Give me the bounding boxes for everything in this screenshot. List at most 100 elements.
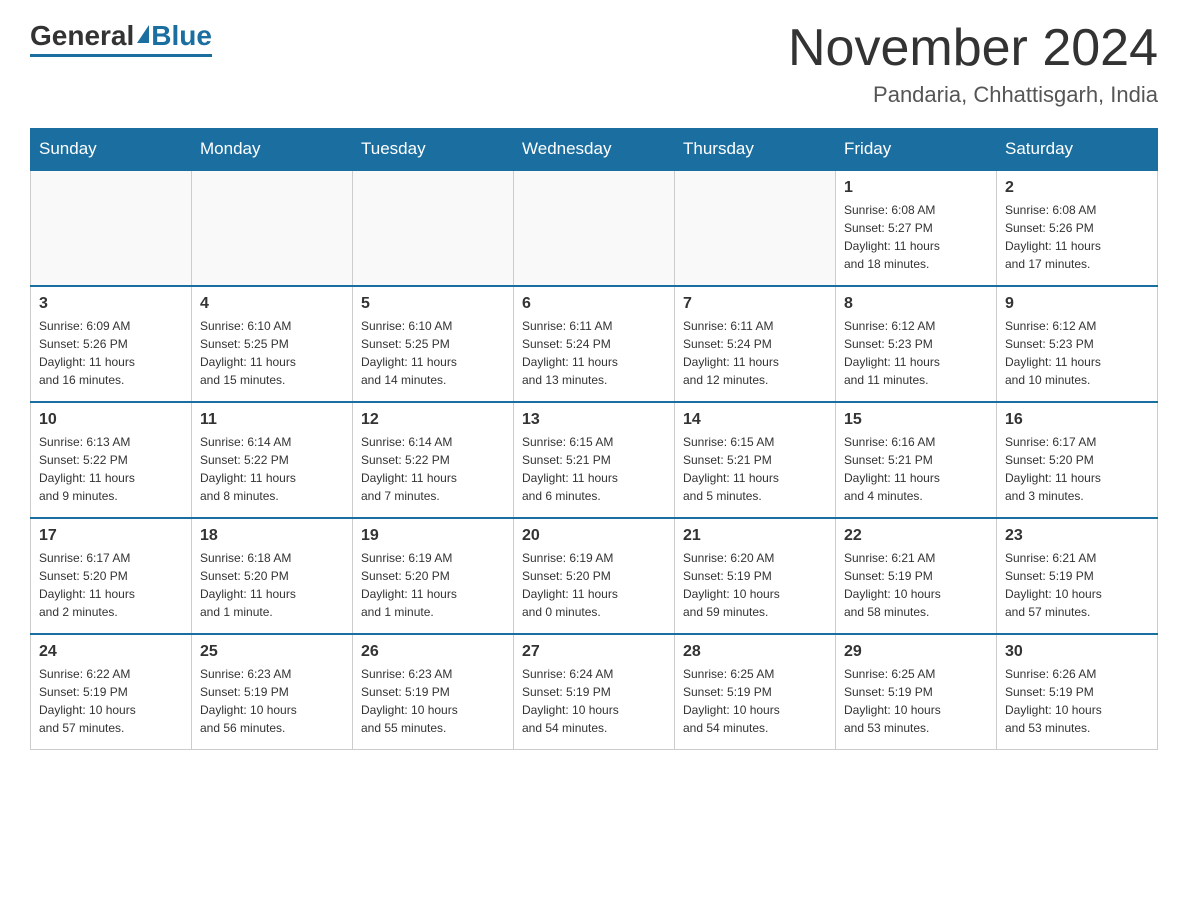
- day-number: 15: [844, 411, 988, 429]
- calendar-cell: 29 Sunrise: 6:25 AMSunset: 5:19 PMDayligh…: [836, 634, 997, 750]
- day-info: Sunrise: 6:16 AMSunset: 5:21 PMDaylight:…: [844, 433, 988, 505]
- week-row-2: 3 Sunrise: 6:09 AMSunset: 5:26 PMDaylight…: [31, 286, 1158, 402]
- calendar-cell: 27 Sunrise: 6:24 AMSunset: 5:19 PMDayligh…: [514, 634, 675, 750]
- calendar-cell: 10 Sunrise: 6:13 AMSunset: 5:22 PMDayligh…: [31, 402, 192, 518]
- calendar-cell: 7 Sunrise: 6:11 AMSunset: 5:24 PMDaylight…: [675, 286, 836, 402]
- day-number: 24: [39, 643, 183, 661]
- calendar-cell: 22 Sunrise: 6:21 AMSunset: 5:19 PMDayligh…: [836, 518, 997, 634]
- day-number: 28: [683, 643, 827, 661]
- weekday-header-tuesday: Tuesday: [353, 129, 514, 171]
- day-info: Sunrise: 6:22 AMSunset: 5:19 PMDaylight:…: [39, 665, 183, 737]
- weekday-header-wednesday: Wednesday: [514, 129, 675, 171]
- calendar-cell: 5Sunrise: 6:10 AMSunset: 5:25 PMDaylight…: [353, 286, 514, 402]
- day-number: 17: [39, 527, 183, 545]
- day-number: 1: [844, 179, 988, 197]
- calendar-cell: 28 Sunrise: 6:25 AMSunset: 5:19 PMDayligh…: [675, 634, 836, 750]
- day-info: Sunrise: 6:14 AMSunset: 5:22 PMDaylight:…: [361, 433, 505, 505]
- day-info: Sunrise: 6:17 AMSunset: 5:20 PMDaylight:…: [1005, 433, 1149, 505]
- day-number: 6: [522, 295, 666, 313]
- title-section: November 2024 Pandaria, Chhattisgarh, In…: [788, 20, 1158, 108]
- day-number: 30: [1005, 643, 1149, 661]
- week-row-4: 17 Sunrise: 6:17 AMSunset: 5:20 PMDayligh…: [31, 518, 1158, 634]
- calendar-cell: 1 Sunrise: 6:08 AMSunset: 5:27 PMDaylight…: [836, 170, 997, 286]
- day-number: 29: [844, 643, 988, 661]
- weekday-header-saturday: Saturday: [997, 129, 1158, 171]
- logo-triangle-icon: [137, 25, 149, 43]
- day-info: Sunrise: 6:13 AMSunset: 5:22 PMDaylight:…: [39, 433, 183, 505]
- calendar-cell: 9Sunrise: 6:12 AMSunset: 5:23 PMDaylight…: [997, 286, 1158, 402]
- day-info: Sunrise: 6:10 AMSunset: 5:25 PMDaylight:…: [200, 317, 344, 389]
- calendar-cell: 4 Sunrise: 6:10 AMSunset: 5:25 PMDaylight…: [192, 286, 353, 402]
- weekday-header-friday: Friday: [836, 129, 997, 171]
- day-info: Sunrise: 6:17 AMSunset: 5:20 PMDaylight:…: [39, 549, 183, 621]
- logo-general-text: General: [30, 20, 134, 52]
- calendar-cell: 11 Sunrise: 6:14 AMSunset: 5:22 PMDayligh…: [192, 402, 353, 518]
- day-info: Sunrise: 6:11 AMSunset: 5:24 PMDaylight:…: [522, 317, 666, 389]
- day-number: 9: [1005, 295, 1149, 313]
- day-info: Sunrise: 6:23 AMSunset: 5:19 PMDaylight:…: [200, 665, 344, 737]
- day-number: 12: [361, 411, 505, 429]
- weekday-header-sunday: Sunday: [31, 129, 192, 171]
- calendar-cell: 16Sunrise: 6:17 AMSunset: 5:20 PMDayligh…: [997, 402, 1158, 518]
- day-info: Sunrise: 6:24 AMSunset: 5:19 PMDaylight:…: [522, 665, 666, 737]
- calendar-table: SundayMondayTuesdayWednesdayThursdayFrid…: [30, 128, 1158, 750]
- day-number: 25: [200, 643, 344, 661]
- day-number: 11: [200, 411, 344, 429]
- day-info: Sunrise: 6:21 AMSunset: 5:19 PMDaylight:…: [1005, 549, 1149, 621]
- logo: General Blue: [30, 20, 212, 57]
- calendar-cell: 8 Sunrise: 6:12 AMSunset: 5:23 PMDaylight…: [836, 286, 997, 402]
- day-info: Sunrise: 6:25 AMSunset: 5:19 PMDaylight:…: [683, 665, 827, 737]
- day-number: 3: [39, 295, 183, 313]
- day-number: 20: [522, 527, 666, 545]
- logo-blue-text: Blue: [151, 20, 212, 52]
- day-info: Sunrise: 6:15 AMSunset: 5:21 PMDaylight:…: [683, 433, 827, 505]
- day-number: 8: [844, 295, 988, 313]
- day-info: Sunrise: 6:20 AMSunset: 5:19 PMDaylight:…: [683, 549, 827, 621]
- calendar-cell: 18Sunrise: 6:18 AMSunset: 5:20 PMDayligh…: [192, 518, 353, 634]
- calendar-cell: 6 Sunrise: 6:11 AMSunset: 5:24 PMDaylight…: [514, 286, 675, 402]
- day-number: 5: [361, 295, 505, 313]
- day-info: Sunrise: 6:09 AMSunset: 5:26 PMDaylight:…: [39, 317, 183, 389]
- calendar-cell: 19Sunrise: 6:19 AMSunset: 5:20 PMDayligh…: [353, 518, 514, 634]
- week-row-1: 1 Sunrise: 6:08 AMSunset: 5:27 PMDaylight…: [31, 170, 1158, 286]
- day-info: Sunrise: 6:15 AMSunset: 5:21 PMDaylight:…: [522, 433, 666, 505]
- day-info: Sunrise: 6:21 AMSunset: 5:19 PMDaylight:…: [844, 549, 988, 621]
- day-info: Sunrise: 6:08 AMSunset: 5:27 PMDaylight:…: [844, 201, 988, 273]
- day-info: Sunrise: 6:19 AMSunset: 5:20 PMDaylight:…: [361, 549, 505, 621]
- day-info: Sunrise: 6:14 AMSunset: 5:22 PMDaylight:…: [200, 433, 344, 505]
- calendar-cell: 26Sunrise: 6:23 AMSunset: 5:19 PMDayligh…: [353, 634, 514, 750]
- calendar-cell: [353, 170, 514, 286]
- calendar-cell: 14 Sunrise: 6:15 AMSunset: 5:21 PMDayligh…: [675, 402, 836, 518]
- day-number: 7: [683, 295, 827, 313]
- week-row-5: 24 Sunrise: 6:22 AMSunset: 5:19 PMDayligh…: [31, 634, 1158, 750]
- calendar-cell: [31, 170, 192, 286]
- month-title: November 2024: [788, 20, 1158, 77]
- weekday-header-thursday: Thursday: [675, 129, 836, 171]
- day-info: Sunrise: 6:12 AMSunset: 5:23 PMDaylight:…: [844, 317, 988, 389]
- calendar-cell: 20 Sunrise: 6:19 AMSunset: 5:20 PMDayligh…: [514, 518, 675, 634]
- day-info: Sunrise: 6:08 AMSunset: 5:26 PMDaylight:…: [1005, 201, 1149, 273]
- day-info: Sunrise: 6:25 AMSunset: 5:19 PMDaylight:…: [844, 665, 988, 737]
- day-info: Sunrise: 6:23 AMSunset: 5:19 PMDaylight:…: [361, 665, 505, 737]
- day-info: Sunrise: 6:19 AMSunset: 5:20 PMDaylight:…: [522, 549, 666, 621]
- day-number: 23: [1005, 527, 1149, 545]
- location-title: Pandaria, Chhattisgarh, India: [788, 82, 1158, 108]
- day-number: 4: [200, 295, 344, 313]
- week-row-3: 10 Sunrise: 6:13 AMSunset: 5:22 PMDayligh…: [31, 402, 1158, 518]
- day-number: 22: [844, 527, 988, 545]
- calendar-cell: 15 Sunrise: 6:16 AMSunset: 5:21 PMDayligh…: [836, 402, 997, 518]
- day-info: Sunrise: 6:11 AMSunset: 5:24 PMDaylight:…: [683, 317, 827, 389]
- calendar-cell: [514, 170, 675, 286]
- calendar-cell: 21Sunrise: 6:20 AMSunset: 5:19 PMDayligh…: [675, 518, 836, 634]
- day-number: 13: [522, 411, 666, 429]
- weekday-header-row: SundayMondayTuesdayWednesdayThursdayFrid…: [31, 129, 1158, 171]
- weekday-header-monday: Monday: [192, 129, 353, 171]
- day-number: 10: [39, 411, 183, 429]
- calendar-cell: 23 Sunrise: 6:21 AMSunset: 5:19 PMDayligh…: [997, 518, 1158, 634]
- calendar-cell: 12 Sunrise: 6:14 AMSunset: 5:22 PMDayligh…: [353, 402, 514, 518]
- day-info: Sunrise: 6:18 AMSunset: 5:20 PMDaylight:…: [200, 549, 344, 621]
- calendar-cell: 25 Sunrise: 6:23 AMSunset: 5:19 PMDayligh…: [192, 634, 353, 750]
- calendar-cell: 24 Sunrise: 6:22 AMSunset: 5:19 PMDayligh…: [31, 634, 192, 750]
- day-number: 14: [683, 411, 827, 429]
- day-number: 27: [522, 643, 666, 661]
